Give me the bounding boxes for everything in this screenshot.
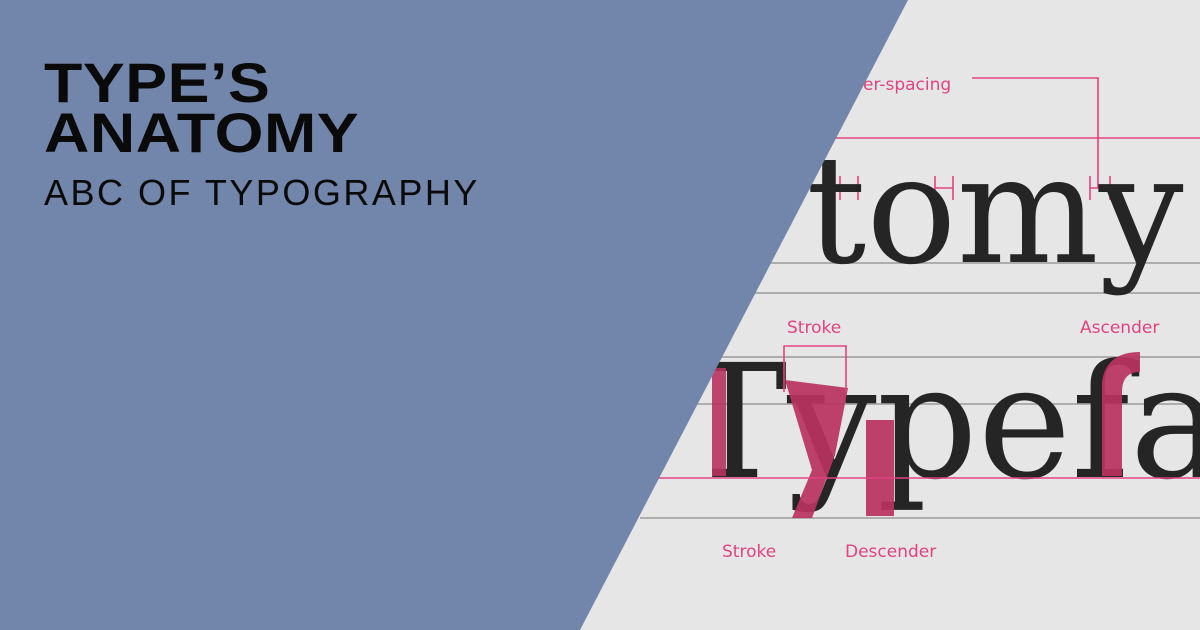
headline-line-2: ANATOMY — [44, 101, 360, 164]
headline-block: TYPE’S ANATOMY ABC OF TYPOGRAPHY — [44, 55, 480, 214]
hero-banner: tomy Typefa er-spacing Stroke Ascender S… — [0, 0, 1200, 630]
subtitle: ABC OF TYPOGRAPHY — [44, 172, 480, 213]
